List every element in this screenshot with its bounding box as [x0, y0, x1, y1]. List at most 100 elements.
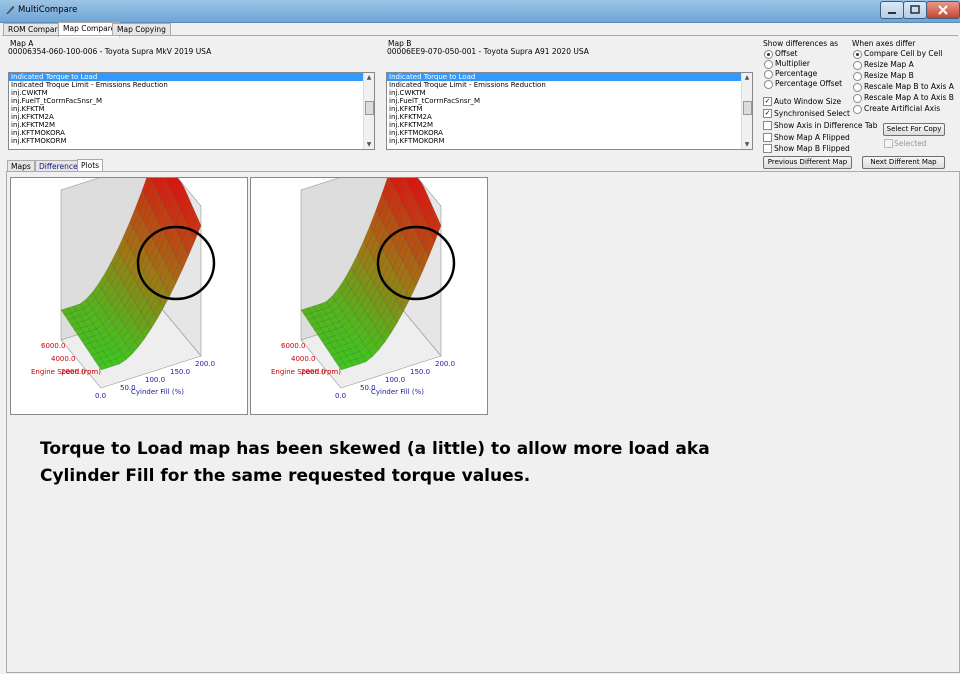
- tab-panel-border: [2, 35, 958, 36]
- chk-synchronised-select-label: Synchronised Select: [774, 109, 850, 118]
- annotation-line-2: Cylinder Fill for the same requested tor…: [40, 466, 531, 486]
- x-tick-label: 0.0: [335, 392, 346, 400]
- radio-percentage[interactable]: [764, 70, 773, 79]
- radio-multiplier[interactable]: [764, 60, 773, 69]
- list-item[interactable]: inj.KFKTM2M: [9, 121, 374, 129]
- radio-resize-a[interactable]: [853, 61, 862, 70]
- title-bar: MultiCompare: [0, 0, 960, 23]
- radio-rescale-b-to-a[interactable]: [853, 83, 862, 92]
- list-item[interactable]: Indicated Troque Limit - Emissions Reduc…: [387, 81, 752, 89]
- maximize-button[interactable]: [903, 1, 927, 19]
- list-item[interactable]: Indicated Troque Limit - Emissions Reduc…: [9, 81, 374, 89]
- x-tick-label: 150.0: [410, 368, 430, 376]
- y-tick-label: 6000.0: [281, 342, 306, 350]
- y-tick-label: 4000.0: [291, 355, 316, 363]
- radio-percentage-offset[interactable]: [764, 80, 773, 89]
- chk-map-b-flipped[interactable]: [763, 144, 772, 153]
- x-axis-title: Cyinder Fill (%): [371, 388, 424, 396]
- map-b-list[interactable]: Indicated Torque to Load Indicated Troque…: [386, 72, 753, 150]
- minimize-icon: [888, 12, 896, 14]
- list-item[interactable]: inj.KFKTM2M: [387, 121, 752, 129]
- chk-synchronised-select[interactable]: ✓: [763, 109, 772, 118]
- y-axis-title: Engine Speed (rpm): [271, 368, 341, 376]
- radio-rescale-a-to-b[interactable]: [853, 94, 862, 103]
- list-item[interactable]: inj.KFKTM2A: [9, 113, 374, 121]
- x-tick-label: 200.0: [435, 360, 455, 368]
- radio-resize-b[interactable]: [853, 72, 862, 81]
- y-axis-title: Engine Speed (rpm): [31, 368, 101, 376]
- y-tick-label: 6000.0: [41, 342, 66, 350]
- previous-different-map-button[interactable]: Previous Different Map: [763, 156, 852, 169]
- list-item[interactable]: inj.KFKTM2A: [387, 113, 752, 121]
- radio-artificial-axis[interactable]: [853, 105, 862, 114]
- close-icon: [938, 5, 948, 15]
- show-differences-label: Show differences as: [763, 39, 839, 48]
- radio-resize-a-label: Resize Map A: [864, 60, 914, 69]
- list-item[interactable]: inj.KFTMOKORA: [9, 129, 374, 137]
- radio-offset-label: Offset: [775, 49, 798, 58]
- chk-map-b-flipped-label: Show Map B Flipped: [774, 144, 850, 153]
- scroll-thumb[interactable]: [743, 101, 752, 115]
- map-a-list[interactable]: Indicated Torque to Load Indicated Troque…: [8, 72, 375, 150]
- list-item[interactable]: inj.CWKTM: [387, 89, 752, 97]
- chk-auto-window-size-label: Auto Window Size: [774, 97, 842, 106]
- window-title: MultiCompare: [18, 5, 78, 15]
- surface-plot-a: 0.050.0100.0150.0200.0Cyinder Fill (%)60…: [31, 157, 216, 400]
- radio-rescale-b-to-a-label: Rescale Map B to Axis A: [864, 82, 954, 91]
- scroll-up-icon[interactable]: ▲: [742, 73, 752, 82]
- radio-rescale-a-to-b-label: Rescale Map A to Axis B: [864, 93, 954, 102]
- chk-map-a-flipped-label: Show Map A Flipped: [774, 133, 850, 142]
- list-item[interactable]: inj.CWKTM: [9, 89, 374, 97]
- radio-percentage-label: Percentage: [775, 69, 818, 78]
- close-button[interactable]: [926, 1, 960, 19]
- radio-resize-b-label: Resize Map B: [864, 71, 914, 80]
- map-a-scrollbar[interactable]: ▲ ▼: [363, 73, 374, 149]
- annotation-line-1: Torque to Load map has been skewed (a li…: [40, 439, 710, 459]
- list-item[interactable]: inj.KFTMOKORM: [9, 137, 374, 145]
- list-item[interactable]: inj.FuelT_tCorrnFacSnsr_M: [9, 97, 374, 105]
- next-different-map-button[interactable]: Next Different Map: [862, 156, 945, 169]
- x-tick-label: 100.0: [385, 376, 405, 384]
- radio-compare-cell[interactable]: [853, 50, 862, 59]
- chk-show-axis-diff-label: Show Axis in Difference Tab: [774, 121, 878, 130]
- plot-map-a[interactable]: 0.0 50.0 100.0 150.0 200.0 Cyinder Fill (%) 60…: [10, 157, 248, 415]
- radio-artificial-axis-label: Create Artificial Axis: [864, 104, 941, 113]
- scroll-down-icon[interactable]: ▼: [364, 140, 374, 149]
- select-for-copy-button[interactable]: Select For Copy: [883, 123, 945, 136]
- radio-percentage-offset-label: Percentage Offset: [775, 79, 843, 88]
- x-axis-title: Cyinder Fill (%): [131, 388, 184, 396]
- x-tick-label: 200.0: [195, 360, 215, 368]
- chk-selected[interactable]: [884, 139, 893, 148]
- axes-differ-label: When axes differ: [852, 39, 916, 48]
- chk-show-axis-diff[interactable]: [763, 121, 772, 130]
- scroll-up-icon[interactable]: ▲: [364, 73, 374, 82]
- x-tick-label: 150.0: [170, 368, 190, 376]
- chk-map-a-flipped[interactable]: [763, 133, 772, 142]
- x-tick-label: 100.0: [145, 376, 165, 384]
- map-b-scrollbar[interactable]: ▲ ▼: [741, 73, 752, 149]
- minimize-button[interactable]: [880, 1, 904, 19]
- map-a-rom: 00006354-060-100-006 - Toyota Supra MkV …: [8, 47, 212, 56]
- maximize-icon: [910, 5, 920, 14]
- scroll-thumb[interactable]: [365, 101, 374, 115]
- list-item[interactable]: inj.KFTMOKORM: [387, 137, 752, 145]
- app-icon: [6, 6, 14, 14]
- list-item[interactable]: Indicated Torque to Load: [9, 73, 374, 81]
- map-b-rom: 00006EE9-070-050-001 - Toyota Supra A91 …: [387, 47, 589, 56]
- list-item[interactable]: inj.FuelT_tCorrnFacSnsr_M: [387, 97, 752, 105]
- list-item[interactable]: inj.KFKTM: [9, 105, 374, 113]
- radio-compare-cell-label: Compare Cell by Cell: [864, 49, 943, 58]
- annotation-text: Torque to Load map has been skewed (a li…: [40, 436, 740, 490]
- plot-map-b[interactable]: 0.0 50.0 100.0 150.0 200.0 Cyinder Fill (%) 60…: [250, 157, 488, 415]
- list-item[interactable]: inj.KFTMOKORA: [387, 129, 752, 137]
- radio-multiplier-label: Multiplier: [775, 59, 810, 68]
- scroll-down-icon[interactable]: ▼: [742, 140, 752, 149]
- x-tick-label: 0.0: [95, 392, 106, 400]
- list-item[interactable]: inj.KFKTM: [387, 105, 752, 113]
- chk-auto-window-size[interactable]: ✓: [763, 97, 772, 106]
- list-item[interactable]: Indicated Torque to Load: [387, 73, 752, 81]
- chk-selected-label: Selected: [894, 139, 927, 148]
- radio-offset[interactable]: [764, 50, 773, 59]
- surface-plot-b: 0.050.0100.0150.0200.0Cyinder Fill (%)60…: [271, 157, 456, 400]
- y-tick-label: 4000.0: [51, 355, 76, 363]
